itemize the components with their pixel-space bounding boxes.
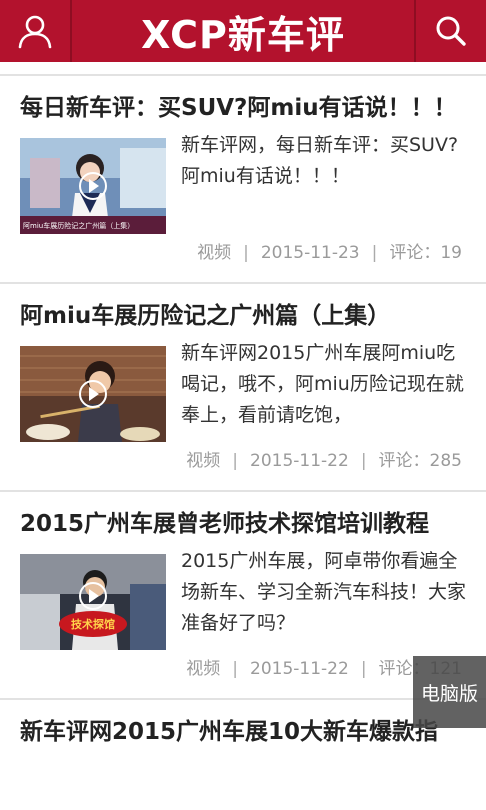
article-comments[interactable]: 评论：285 xyxy=(379,451,462,471)
thumbnail-caption: 阿miu车展历险记之广州篇（上集） xyxy=(23,221,134,230)
article-title[interactable]: 每日新车评：买SUV?阿miu有话说！！！ xyxy=(20,76,466,128)
article-meta: 视频 | 2015-11-23 | 评论：19 xyxy=(197,243,462,263)
article-item[interactable]: 每日新车评：买SUV?阿miu有话说！！！ 阿miu车展历险记之广州篇（上集） xyxy=(0,74,486,282)
article-description: 新车评网，每日新车评：买SUV?阿miu有话说！！！ xyxy=(181,134,459,187)
article-description: 2015广州车展，阿卓带你看遍全场新车、学习全新汽车科技！大家准备好了吗？ xyxy=(181,550,467,634)
article-type: 视频 xyxy=(186,451,221,471)
article-date: 2015-11-23 xyxy=(260,243,360,263)
article-meta: 视频|2015-11-22|评论：121 xyxy=(20,654,466,698)
article-date: 2015-11-22 xyxy=(250,451,349,471)
article-thumbnail[interactable]: 技术探馆 xyxy=(20,554,166,650)
article-title[interactable]: 2015广州车展曾老师技术探馆培训教程 xyxy=(20,492,466,544)
article-type: 视频 xyxy=(197,243,232,263)
desktop-version-button[interactable]: 电脑版 xyxy=(413,656,486,728)
site-logo[interactable]: XCP新车评 xyxy=(72,0,414,62)
article-item[interactable]: 阿miu车展历险记之广州篇（上集） 新车评网2015广州车展阿miu吃喝记，哦不… xyxy=(0,282,486,490)
article-title[interactable]: 阿miu车展历险记之广州篇（上集） xyxy=(20,284,466,336)
article-thumbnail[interactable] xyxy=(20,346,166,442)
search-icon xyxy=(436,16,466,46)
article-body: 新车评网2015广州车展阿miu吃喝记，哦不，阿miu历险记现在就奉上，看前请吃… xyxy=(20,342,466,446)
article-description: 新车评网2015广州车展阿miu吃喝记，哦不，阿miu历险记现在就奉上，看前请吃… xyxy=(181,342,464,426)
user-button[interactable] xyxy=(0,0,72,62)
article-title[interactable]: 新车评网2015广州车展10大新车爆款指 xyxy=(20,700,466,752)
article-date: 2015-11-22 xyxy=(250,659,349,679)
article-type: 视频 xyxy=(186,659,221,679)
article-meta: 视频 | 2015-11-22 | 评论：285 xyxy=(186,451,462,471)
article-thumbnail[interactable]: 阿miu车展历险记之广州篇（上集） xyxy=(20,138,166,234)
search-button[interactable] xyxy=(414,0,486,62)
article-body: 技术探馆 2015广州车展，阿卓带你看遍全场新车、学习全新汽车科技！大家准备好了… xyxy=(20,550,466,654)
article-list: 每日新车评：买SUV?阿miu有话说！！！ 阿miu车展历险记之广州篇（上集） xyxy=(0,74,486,752)
article-body: 阿miu车展历险记之广州篇（上集） 新车评网，每日新车评：买SUV?阿miu有话… xyxy=(20,134,466,238)
user-icon xyxy=(18,15,52,49)
thumbnail-badge: 技术探馆 xyxy=(71,617,115,631)
article-comments[interactable]: 评论：19 xyxy=(389,243,462,263)
top-header: XCP新车评 xyxy=(0,0,486,62)
